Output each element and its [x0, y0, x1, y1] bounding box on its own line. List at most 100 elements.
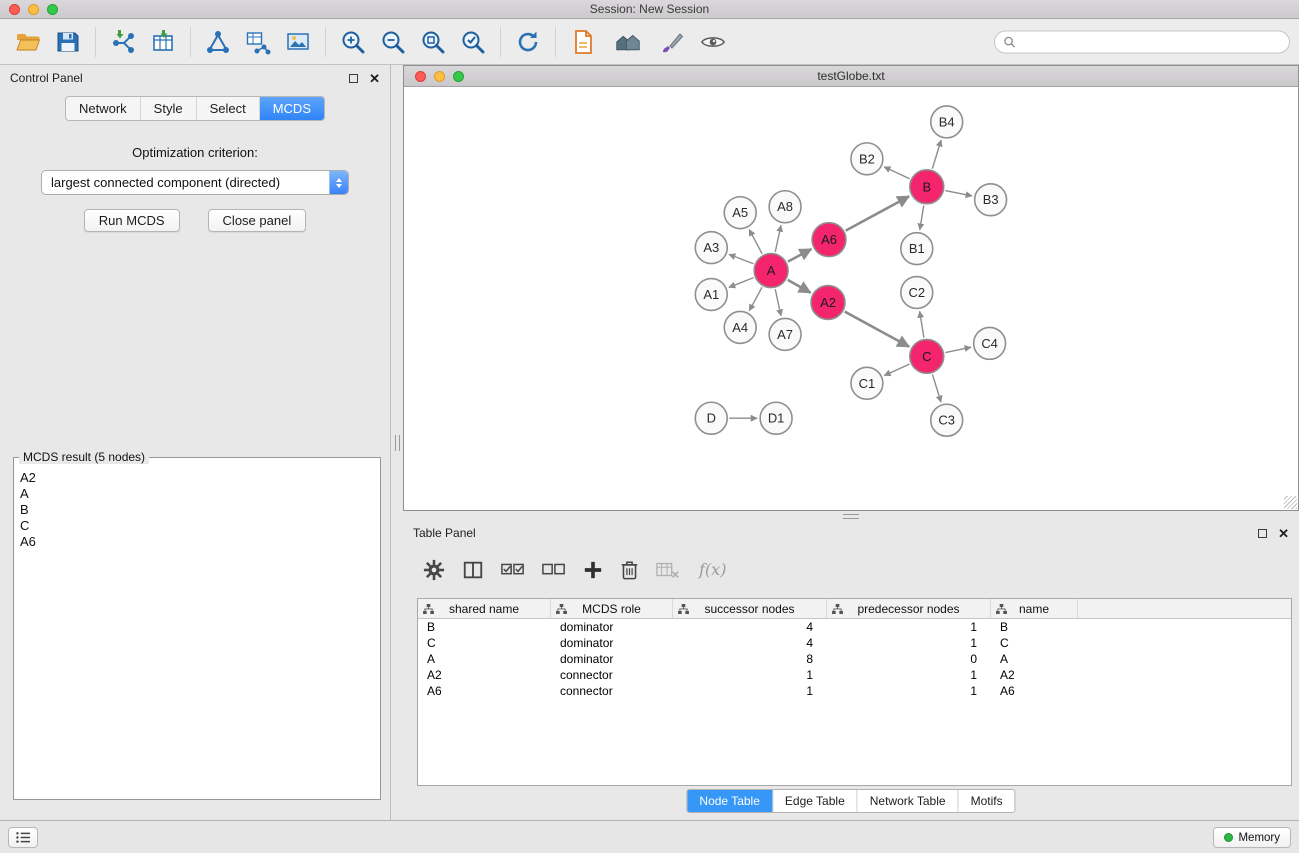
graph-node-A[interactable]: A	[754, 254, 788, 288]
run-mcds-button[interactable]: Run MCDS	[84, 209, 180, 232]
graph-edge-C-C2[interactable]	[920, 311, 924, 337]
graph-node-A7[interactable]: A7	[769, 318, 801, 350]
graph-node-B[interactable]: B	[910, 170, 944, 204]
table-row[interactable]: A6connector11A6	[418, 683, 1291, 699]
mcds-result-item[interactable]: B	[20, 502, 374, 518]
graph-node-D[interactable]: D	[695, 402, 727, 434]
graph-node-A6[interactable]: A6	[812, 223, 846, 257]
graph-node-A1[interactable]: A1	[695, 279, 727, 311]
open-session-button[interactable]	[8, 24, 48, 60]
graph-edge-B-B4[interactable]	[932, 140, 941, 169]
graph-node-A3[interactable]: A3	[695, 232, 727, 264]
graph-node-A8[interactable]: A8	[769, 191, 801, 223]
graph-edge-A-A8[interactable]	[775, 225, 781, 252]
import-network-button[interactable]	[103, 24, 143, 60]
close-table-panel-icon[interactable]: ✕	[1278, 529, 1289, 538]
table-row[interactable]: Cdominator41C	[418, 635, 1291, 651]
optimization-criterion-select[interactable]: largest connected component (directed)	[41, 170, 349, 195]
vertical-splitter[interactable]	[391, 65, 403, 820]
column-header-name[interactable]: name	[991, 599, 1078, 618]
graph-node-B1[interactable]: B1	[901, 233, 933, 265]
float-panel-icon[interactable]	[349, 74, 358, 83]
close-panel-button[interactable]: Close panel	[208, 209, 307, 232]
graph-node-A5[interactable]: A5	[724, 197, 756, 229]
show-columns-button[interactable]	[462, 556, 484, 584]
graph-node-B4[interactable]: B4	[931, 106, 963, 138]
network-window-titlebar[interactable]: testGlobe.txt	[404, 66, 1298, 87]
column-header-predecessor-nodes[interactable]: predecessor nodes	[827, 599, 991, 618]
tab-mcds[interactable]: MCDS	[259, 97, 324, 120]
table-settings-button[interactable]	[423, 556, 445, 584]
task-history-button[interactable]	[8, 827, 38, 848]
graph-node-C2[interactable]: C2	[901, 277, 933, 309]
network-snapshot-button[interactable]	[563, 24, 603, 60]
graph-edge-B-B3[interactable]	[945, 191, 972, 196]
zoom-fit-button[interactable]	[413, 24, 453, 60]
graph-edge-C-C4[interactable]	[945, 347, 971, 352]
delete-table-button[interactable]	[656, 556, 680, 584]
mcds-result-item[interactable]: A	[20, 486, 374, 502]
column-header-MCDS-role[interactable]: MCDS role	[551, 599, 673, 618]
save-session-button[interactable]	[48, 24, 88, 60]
delete-column-button[interactable]	[620, 556, 639, 584]
zoom-network-window-button[interactable]	[453, 71, 464, 82]
search-box[interactable]	[994, 31, 1290, 54]
search-input[interactable]	[1021, 35, 1281, 49]
graph-edge-A2-C[interactable]	[845, 312, 910, 347]
graph-edge-A6-B[interactable]	[846, 196, 910, 230]
export-image-button[interactable]	[278, 24, 318, 60]
tab-edge-table[interactable]: Edge Table	[772, 790, 857, 812]
function-builder-button[interactable]: f(x)	[697, 560, 726, 579]
tab-network-table[interactable]: Network Table	[857, 790, 958, 812]
network-graph[interactable]: B4B2BB3A5A8A6B1A3AC2A1A2A4A7C4CC1C3DD1	[404, 88, 1298, 510]
import-table-button[interactable]	[143, 24, 183, 60]
network-table-button[interactable]	[238, 24, 278, 60]
table-row[interactable]: A2connector11A2	[418, 667, 1291, 683]
column-header-shared-name[interactable]: shared name	[418, 599, 551, 618]
memory-button[interactable]: Memory	[1213, 827, 1291, 848]
minimize-window-button[interactable]	[28, 4, 39, 15]
close-panel-icon[interactable]: ✕	[369, 74, 380, 83]
deselect-all-button[interactable]	[542, 556, 566, 584]
graph-node-D1[interactable]: D1	[760, 402, 792, 434]
close-window-button[interactable]	[9, 4, 20, 15]
tab-style[interactable]: Style	[140, 97, 196, 120]
graph-node-B3[interactable]: B3	[975, 184, 1007, 216]
window-resize-handle[interactable]	[1284, 496, 1297, 509]
mcds-result-item[interactable]: A6	[20, 534, 374, 550]
new-network-button[interactable]	[198, 24, 238, 60]
graph-edge-A-A7[interactable]	[775, 289, 781, 316]
graph-edge-C-C3[interactable]	[932, 374, 941, 402]
zoom-out-button[interactable]	[373, 24, 413, 60]
graph-node-C[interactable]: C	[910, 339, 944, 373]
zoom-selected-button[interactable]	[453, 24, 493, 60]
graph-edge-A-A6[interactable]	[788, 249, 812, 262]
select-all-button[interactable]	[501, 556, 525, 584]
graph-node-C3[interactable]: C3	[931, 404, 963, 436]
mcds-result-item[interactable]: C	[20, 518, 374, 534]
mcds-result-item[interactable]: A2	[20, 470, 374, 486]
horizontal-splitter[interactable]	[403, 511, 1299, 520]
zoom-in-button[interactable]	[333, 24, 373, 60]
graph-node-C4[interactable]: C4	[974, 327, 1006, 359]
graph-edge-A-A1[interactable]	[729, 278, 754, 288]
graph-edge-B-B1[interactable]	[920, 206, 924, 230]
network-canvas-area[interactable]: B4B2BB3A5A8A6B1A3AC2A1A2A4A7C4CC1C3DD1	[404, 88, 1298, 510]
style-brush-button[interactable]	[653, 24, 693, 60]
graph-edge-A-A2[interactable]	[788, 280, 811, 293]
tab-select[interactable]: Select	[196, 97, 259, 120]
graph-edge-C-C1[interactable]	[884, 364, 909, 375]
minimize-network-window-button[interactable]	[434, 71, 445, 82]
graph-node-A4[interactable]: A4	[724, 311, 756, 343]
graph-edge-B-B2[interactable]	[884, 167, 910, 179]
graph-node-A2[interactable]: A2	[811, 286, 845, 320]
graph-edge-A-A5[interactable]	[749, 229, 762, 253]
tab-network[interactable]: Network	[66, 97, 140, 120]
tab-node-table[interactable]: Node Table	[687, 790, 772, 812]
add-column-button[interactable]	[583, 556, 603, 584]
graph-edge-A-A3[interactable]	[729, 254, 754, 263]
zoom-window-button[interactable]	[47, 4, 58, 15]
birds-eye-view-button[interactable]	[693, 24, 733, 60]
tab-motifs[interactable]: Motifs	[958, 790, 1015, 812]
table-row[interactable]: Adominator80A	[418, 651, 1291, 667]
